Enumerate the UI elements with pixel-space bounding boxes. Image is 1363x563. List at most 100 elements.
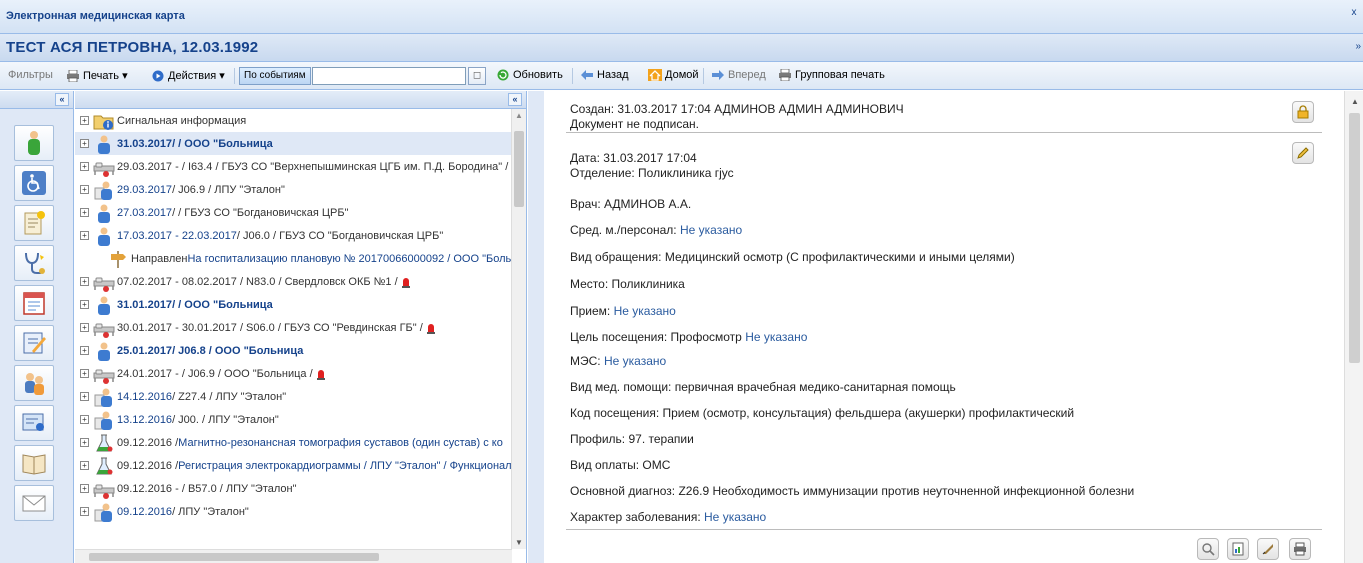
expand-icon[interactable]: + [80, 484, 89, 493]
home-icon [648, 69, 662, 81]
title-bar: Электронная медицинская карта x [0, 0, 1363, 34]
sidebar-edit-button[interactable] [14, 325, 54, 361]
alert-siren-icon [316, 369, 325, 380]
expand-icon[interactable]: + [80, 415, 89, 424]
lock-button[interactable] [1292, 101, 1314, 123]
group-print-button[interactable]: Групповая печать [778, 69, 885, 81]
tree-row[interactable]: +29.03.2017 - / I63.4 / ГБУЗ СО "Верхнеп… [75, 155, 512, 178]
sign-button[interactable] [1257, 538, 1279, 560]
tree-row-text: / / ГБУЗ СО "Богдановичская ЦРБ" [172, 206, 349, 219]
lock-icon [1297, 105, 1309, 119]
document-chart-icon [1232, 542, 1244, 556]
tree-row-link[interactable]: Регистрация электрокардиограммы / ЛПУ "Э… [178, 460, 511, 472]
tree-row[interactable]: +09.12.2016 / ЛПУ "Эталон" [75, 500, 512, 523]
sidebar-stethoscope-button[interactable] [14, 245, 54, 281]
tree-row[interactable]: +13.12.2016 / J00. / ЛПУ "Эталон" [75, 408, 512, 431]
sidebar-patient-button[interactable] [14, 125, 54, 161]
print-menu-button[interactable]: Печать ▾ [66, 69, 128, 82]
refresh-icon [497, 69, 509, 81]
document-star-icon [24, 211, 45, 235]
tree-row[interactable]: +27.03.2017 / / ГБУЗ СО "Богдановичская … [75, 201, 512, 224]
document-aid-type: Вид мед. помощи: первичная врачебная мед… [570, 380, 956, 394]
tree-row[interactable]: Направлен На госпитализацию плановую № 2… [75, 247, 512, 270]
scroll-thumb[interactable] [1349, 113, 1360, 363]
expand-icon[interactable]: + [80, 277, 89, 286]
scroll-up-icon[interactable]: ▲ [515, 111, 523, 120]
tree-row[interactable]: +31.03.2017 / / ООО "Больница [75, 132, 512, 155]
home-button[interactable]: Домой [648, 69, 699, 81]
refresh-button[interactable]: Обновить [496, 69, 563, 81]
sidebar-calendar-button[interactable] [14, 285, 54, 321]
search-input[interactable] [312, 67, 466, 85]
expand-icon[interactable]: + [80, 392, 89, 401]
document-scrollbar[interactable]: ▲ [1344, 91, 1363, 563]
filters-button[interactable]: Фильтры [8, 69, 53, 81]
forward-button[interactable]: Вперед [711, 69, 766, 81]
expand-icon[interactable]: + [80, 231, 89, 240]
tree-row[interactable]: +09.12.2016 / Магнитно-резонансная томог… [75, 431, 512, 454]
edit-button[interactable] [1292, 142, 1314, 164]
tree-row[interactable]: +31.01.2017 / / ООО "Больница [75, 293, 512, 316]
printer-icon [1294, 542, 1306, 556]
edit-document-icon [23, 332, 46, 354]
view-button[interactable] [1197, 538, 1219, 560]
alert-siren-icon [426, 323, 435, 334]
tree-row[interactable]: +29.03.2017 / J06.9 / ЛПУ "Эталон" [75, 178, 512, 201]
tree-row[interactable]: +24.01.2017 - / J06.9 / ООО "Больница / [75, 362, 512, 385]
expand-icon[interactable]: + [80, 461, 89, 470]
tree-row-date: 29.03.2017 [117, 183, 173, 196]
expand-icon[interactable]: + [80, 116, 89, 125]
sidebar-mail-button[interactable] [14, 485, 54, 521]
tree-row[interactable]: + Сигнальная информация [75, 109, 512, 132]
tree-panel-header: « [75, 91, 526, 109]
left-sidebar: « [0, 91, 74, 563]
scroll-thumb[interactable] [514, 131, 524, 207]
arrow-right-icon [712, 70, 724, 80]
reception-value: Не указано [613, 304, 676, 318]
expand-icon[interactable]: + [80, 507, 89, 516]
calendar-icon[interactable]: ◻ [468, 67, 486, 85]
expand-icon[interactable]: + [80, 438, 89, 447]
pencil-icon [1297, 147, 1309, 159]
expand-icon[interactable]: + [80, 139, 89, 148]
tree-row-text: / J06.0 / ГБУЗ СО "Богдановичская ЦРБ" [236, 229, 444, 242]
left-sidebar-header: « [0, 91, 73, 109]
panel-splitter[interactable] [528, 91, 544, 563]
expand-icon[interactable]: + [80, 208, 89, 217]
actions-menu-button[interactable]: Действия ▾ [151, 69, 225, 82]
sidebar-documents-button[interactable] [14, 205, 54, 241]
print-label: Печать ▾ [83, 70, 128, 82]
print-document-button[interactable] [1289, 538, 1311, 560]
close-icon[interactable]: x [1347, 6, 1361, 20]
tree-row[interactable]: +17.03.2017 - 22.03.2017 / J06.0 / ГБУЗ … [75, 224, 512, 247]
expand-icon[interactable]: + [80, 346, 89, 355]
expand-icon[interactable]: + [80, 300, 89, 309]
back-button[interactable]: Назад [580, 69, 629, 81]
sidebar-report-button[interactable] [14, 405, 54, 441]
tree-row[interactable]: +09.12.2016 - / B57.0 / ЛПУ "Эталон" [75, 477, 512, 500]
expand-icon[interactable]: + [80, 369, 89, 378]
tree-row[interactable]: +09.12.2016 / Регистрация электрокардиог… [75, 454, 512, 477]
expand-icon[interactable]: + [80, 323, 89, 332]
sidebar-doctors-button[interactable] [14, 365, 54, 401]
collapse-left-icon[interactable]: « [55, 93, 69, 106]
sidebar-disability-button[interactable] [14, 165, 54, 201]
expand-icon[interactable]: + [80, 185, 89, 194]
tree-vertical-scrollbar[interactable]: ▲ ▼ [511, 109, 526, 549]
tree-row[interactable]: +07.02.2017 - 08.02.2017 / N83.0 / Сверд… [75, 270, 512, 293]
sidebar-book-button[interactable] [14, 445, 54, 481]
collapse-header-icon[interactable]: » [1355, 41, 1361, 52]
scroll-up-icon[interactable]: ▲ [1351, 97, 1359, 106]
tree-row-link[interactable]: На госпитализацию плановую № 20170066000… [187, 253, 511, 265]
tree-row-link[interactable]: Магнитно-резонансная томография суставов… [178, 437, 503, 449]
collapse-tree-icon[interactable]: « [508, 93, 522, 106]
expand-icon[interactable]: + [80, 162, 89, 171]
scroll-down-icon[interactable]: ▼ [515, 538, 523, 547]
report-button[interactable] [1227, 538, 1249, 560]
tree-horizontal-scrollbar[interactable] [75, 549, 512, 563]
scroll-thumb[interactable] [89, 553, 379, 561]
by-events-button[interactable]: По событиям [239, 67, 311, 85]
tree-row[interactable]: +14.12.2016 / Z27.4 / ЛПУ "Эталон" [75, 385, 512, 408]
tree-row[interactable]: +30.01.2017 - 30.01.2017 / S06.0 / ГБУЗ … [75, 316, 512, 339]
tree-row[interactable]: +25.01.2017 / J06.8 / ООО "Больница [75, 339, 512, 362]
